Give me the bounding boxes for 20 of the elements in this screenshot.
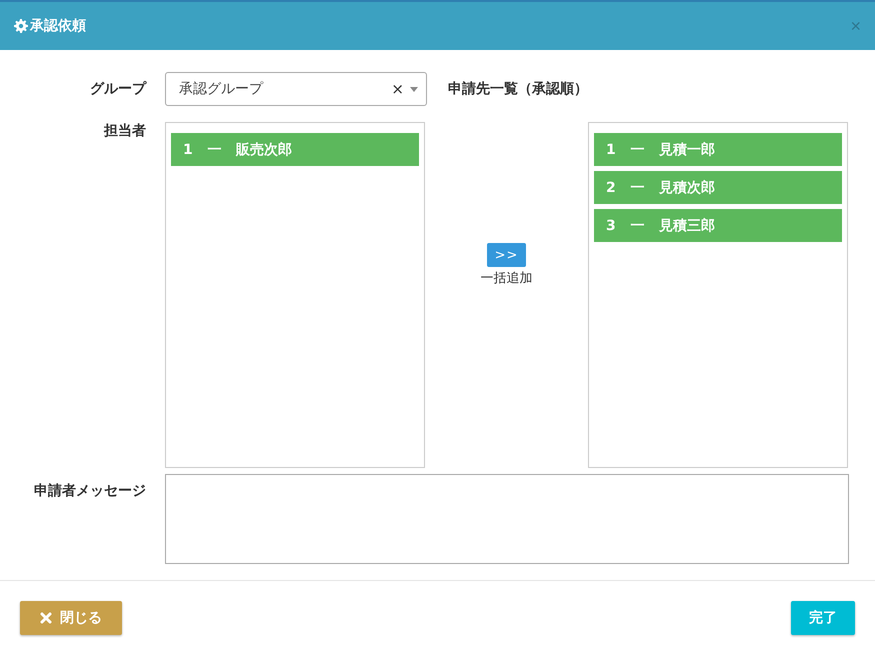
dialog-title: 承認依頼 [30,17,86,35]
close-icon [40,612,52,624]
add-all-button[interactable]: >> [487,243,526,267]
done-button[interactable]: 完了 [791,601,855,635]
list-item[interactable]: 1 一 販売次郎 [171,133,419,166]
group-select[interactable]: 承認グループ × [165,72,427,106]
field-label: 申請者メッセージ [33,482,146,501]
list-item[interactable]: 1 一 見積一郎 [594,133,842,166]
gear-icon [14,19,28,33]
close-button[interactable]: 閉じる [20,601,122,635]
close-button[interactable]: × [850,16,861,36]
list-item[interactable]: 3 一 見積三郎 [594,209,842,242]
button-caption: 一括追加 [480,270,532,287]
field-label: グループ [89,80,146,98]
list-item[interactable]: 2 一 見積次郎 [594,171,842,204]
section-heading: 申請先一覧（承認順） [448,80,588,98]
clear-button[interactable]: × [391,80,404,98]
field-label: 担当者 [102,122,146,141]
message-field[interactable] [165,474,849,564]
caret-icon [410,86,418,92]
